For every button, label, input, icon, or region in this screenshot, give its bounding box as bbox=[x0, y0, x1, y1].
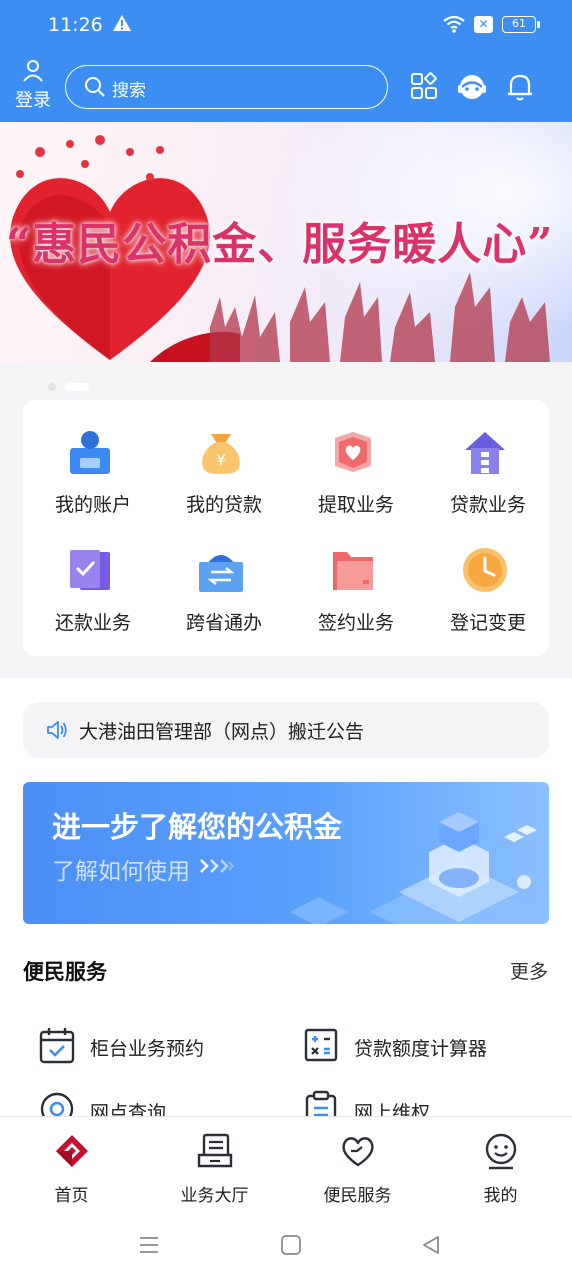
house-icon bbox=[465, 432, 505, 474]
bottom-tab-bar: 首页 业务大厅 便民服务 我的 bbox=[0, 1116, 572, 1214]
more-link[interactable]: 更多 bbox=[510, 957, 548, 984]
calendar-check-icon bbox=[39, 1028, 75, 1064]
double-arrow-icon bbox=[199, 858, 235, 878]
service-loan-calculator[interactable]: 贷款额度计算器 bbox=[302, 1026, 542, 1066]
tab-convenience[interactable]: 便民服务 bbox=[286, 1117, 429, 1215]
tab-label: 业务大厅 bbox=[180, 1186, 249, 1206]
grid-item-withdraw[interactable]: 提取业务 bbox=[291, 400, 411, 516]
grid-item-label: 登记变更 bbox=[449, 612, 526, 634]
service-label: 贷款额度计算器 bbox=[354, 1038, 488, 1060]
grid-item-label: 还款业务 bbox=[54, 612, 131, 634]
tab-mine[interactable]: 我的 bbox=[429, 1117, 572, 1215]
folder-icon bbox=[333, 552, 373, 590]
back-triangle-icon[interactable] bbox=[420, 1234, 442, 1260]
repay-check-icon bbox=[70, 550, 110, 590]
grid-item-cross-province[interactable]: 跨省通办 bbox=[159, 518, 279, 634]
section-title: 便民服务 bbox=[23, 960, 107, 984]
search-input[interactable]: 搜索 bbox=[65, 65, 388, 109]
business-hall-icon bbox=[197, 1133, 233, 1168]
status-time: 11:26 bbox=[48, 14, 103, 36]
promo-banner[interactable]: “惠民公积金、服务暖人心” bbox=[0, 122, 572, 362]
notice-text: 大港油田管理部（网点）搬迁公告 bbox=[79, 721, 365, 743]
bell-icon[interactable] bbox=[506, 72, 534, 106]
battery-indicator: 61 bbox=[502, 16, 540, 33]
grid-item-loan-business[interactable]: 贷款业务 bbox=[423, 400, 543, 516]
no-sim-icon: ✕ bbox=[474, 16, 493, 33]
tab-label: 我的 bbox=[483, 1186, 518, 1206]
warning-icon bbox=[112, 14, 132, 36]
transfer-arrows-icon bbox=[199, 555, 243, 592]
apps-grid-icon[interactable] bbox=[410, 72, 438, 104]
tab-label: 首页 bbox=[54, 1186, 89, 1206]
withdraw-heart-icon bbox=[335, 432, 371, 472]
grid-item-contract[interactable]: 签约业务 bbox=[291, 518, 411, 634]
home-square-icon[interactable] bbox=[280, 1234, 302, 1260]
grid-item-label: 我的账户 bbox=[54, 494, 131, 516]
system-nav-bar bbox=[0, 1214, 572, 1280]
grid-item-my-loan[interactable]: ¥ 我的贷款 bbox=[159, 400, 279, 516]
svg-text:¥: ¥ bbox=[216, 451, 226, 469]
tab-home[interactable]: 首页 bbox=[0, 1117, 143, 1215]
heart-hand-icon bbox=[342, 1137, 374, 1167]
speaker-icon bbox=[45, 718, 69, 746]
clock-icon bbox=[463, 548, 507, 592]
calculator-icon bbox=[304, 1028, 338, 1062]
login-button[interactable]: 登录 bbox=[12, 58, 54, 112]
grid-item-repay[interactable]: 还款业务 bbox=[28, 518, 148, 634]
crowd-image bbox=[210, 272, 550, 362]
service-label: 柜台业务预约 bbox=[90, 1038, 205, 1060]
promo-subtitle: 了解如何使用 bbox=[52, 859, 190, 885]
grid-item-label: 签约业务 bbox=[317, 612, 394, 634]
grid-item-account[interactable]: 我的账户 bbox=[28, 400, 148, 516]
login-label: 登录 bbox=[15, 90, 51, 111]
grid-item-registration[interactable]: 登记变更 bbox=[423, 518, 543, 634]
tab-label: 便民服务 bbox=[323, 1186, 392, 1206]
search-placeholder: 搜索 bbox=[112, 81, 146, 101]
notice-bar[interactable]: 大港油田管理部（网点）搬迁公告 bbox=[23, 702, 549, 758]
wifi-icon bbox=[442, 14, 466, 38]
profile-face-icon bbox=[485, 1133, 517, 1170]
money-bag-icon: ¥ bbox=[202, 434, 240, 474]
home-logo-icon bbox=[56, 1135, 88, 1167]
banner-slogan: “惠民公积金、服务暖人心” bbox=[6, 219, 554, 270]
service-counter-appointment[interactable]: 柜台业务预约 bbox=[38, 1026, 258, 1066]
grid-item-label: 跨省通办 bbox=[185, 612, 262, 634]
grid-item-label: 我的贷款 bbox=[185, 494, 262, 516]
grid-item-label: 提取业务 bbox=[317, 494, 394, 516]
status-bar: 11:26 ✕ 61 bbox=[0, 0, 572, 52]
user-icon bbox=[23, 60, 43, 82]
search-icon bbox=[84, 76, 106, 102]
top-header: 11:26 ✕ 61 登录 搜索 bbox=[0, 0, 572, 122]
grid-item-label: 贷款业务 bbox=[449, 494, 526, 516]
service-grid: 我的账户 ¥ 我的贷款 提取业务 贷款业务 还款业务 跨省通办 签约业务 登记变… bbox=[23, 400, 549, 656]
learn-more-banner[interactable]: 进一步了解您的公积金 了解如何使用 bbox=[23, 782, 549, 924]
promo-title: 进一步了解您的公积金 bbox=[52, 810, 343, 844]
account-icon bbox=[70, 431, 110, 474]
customer-service-icon[interactable] bbox=[456, 72, 488, 106]
carousel-indicator bbox=[48, 376, 90, 395]
tab-business-hall[interactable]: 业务大厅 bbox=[143, 1117, 286, 1215]
menu-icon[interactable] bbox=[138, 1234, 160, 1260]
